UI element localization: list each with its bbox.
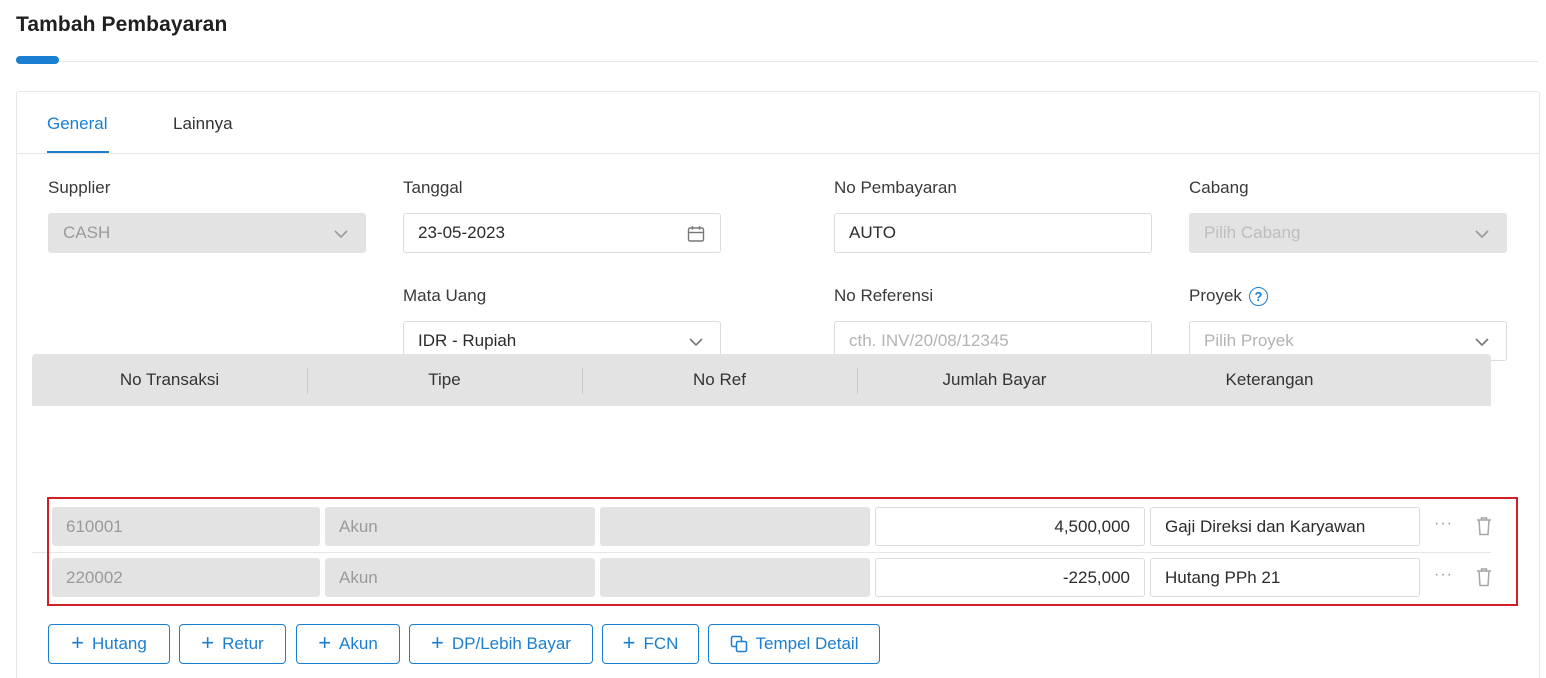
add-hutang-button[interactable]: + Hutang [48,624,170,664]
keterangan-input[interactable]: Hutang PPh 21 [1150,558,1420,597]
plus-icon: + [318,630,332,655]
chevron-down-icon [1475,338,1489,347]
add-akun-button[interactable]: + Akun [296,624,400,664]
tempel-detail-label: Tempel Detail [755,634,859,653]
plus-icon: + [71,630,85,655]
question-circle-icon[interactable]: ? [1249,287,1268,306]
chevron-down-icon [334,230,348,239]
no-transaksi-cell: 220002 [52,558,320,597]
chevron-down-icon [689,338,703,347]
jumlah-bayar-input[interactable]: -225,000 [875,558,1145,597]
column-header: Jumlah Bayar [942,370,1047,389]
chevron-down-icon [1475,230,1489,239]
cabang-select[interactable]: Pilih Cabang [1189,213,1507,253]
add-hutang-label: Hutang [92,634,147,653]
add-dp-lebih-bayar-button[interactable]: + DP/Lebih Bayar [409,624,593,664]
ellipsis-icon[interactable]: ··· [1434,515,1453,533]
add-retur-label: Retur [222,634,264,653]
trash-icon[interactable] [1474,566,1494,588]
table-header: No Transaksi Tipe No Ref Jumlah Bayar Ke… [32,354,1491,406]
tipe-cell: Akun [325,558,595,597]
copy-icon [730,635,747,653]
add-retur-button[interactable]: + Retur [179,624,286,664]
column-header: No Ref [693,370,746,389]
column-header: Keterangan [1225,370,1314,389]
jumlah-bayar-input[interactable]: 4,500,000 [875,507,1145,546]
no-pembayaran-value: AUTO [849,223,896,242]
trash-icon[interactable] [1474,515,1494,537]
no-ref-cell [600,507,870,546]
tipe-cell: Akun [325,507,595,546]
row-divider [32,552,1491,553]
no-referensi-placeholder: cth. INV/20/08/12345 [849,331,1009,350]
plus-icon: + [431,630,444,655]
tanggal-value: 23-05-2023 [418,223,505,242]
add-fcn-button[interactable]: + FCN [602,624,699,664]
no-transaksi-cell: 610001 [52,507,320,546]
title-accent-bar [16,56,59,64]
no-referensi-label: No Referensi [834,286,934,305]
column-header: No Transaksi [119,370,220,389]
calendar-icon[interactable] [686,224,706,244]
proyek-placeholder: Pilih Proyek [1204,331,1294,350]
tanggal-datepicker[interactable]: 23-05-2023 [403,213,721,253]
mata-uang-value: IDR - Rupiah [418,331,517,350]
no-ref-cell [600,558,870,597]
page-title: Tambah Pembayaran [16,13,228,36]
add-akun-label: Akun [339,634,378,653]
tempel-detail-button[interactable]: Tempel Detail [708,624,880,664]
plus-icon: + [622,630,636,655]
tabs-divider [17,153,1539,154]
cabang-label: Cabang [1189,178,1249,197]
proyek-label: Proyek [1189,286,1242,305]
add-fcn-label: FCN [643,634,679,653]
supplier-label: Supplier [48,178,111,197]
no-pembayaran-label: No Pembayaran [834,178,957,197]
tanggal-label: Tanggal [403,178,463,197]
no-pembayaran-input[interactable]: AUTO [834,213,1152,253]
tab-general[interactable]: General [47,114,107,134]
mata-uang-label: Mata Uang [403,286,487,305]
add-dp-lebih-bayar-label: DP/Lebih Bayar [451,634,571,653]
supplier-select[interactable]: CASH [48,213,366,253]
cabang-placeholder: Pilih Cabang [1204,223,1301,242]
tab-lainnya[interactable]: Lainnya [173,114,233,134]
column-header: Tipe [428,370,461,389]
ellipsis-icon[interactable]: ··· [1434,566,1453,584]
keterangan-input[interactable]: Gaji Direksi dan Karyawan [1150,507,1420,546]
plus-icon: + [201,630,215,655]
title-divider [16,61,1538,62]
supplier-value: CASH [63,223,111,242]
